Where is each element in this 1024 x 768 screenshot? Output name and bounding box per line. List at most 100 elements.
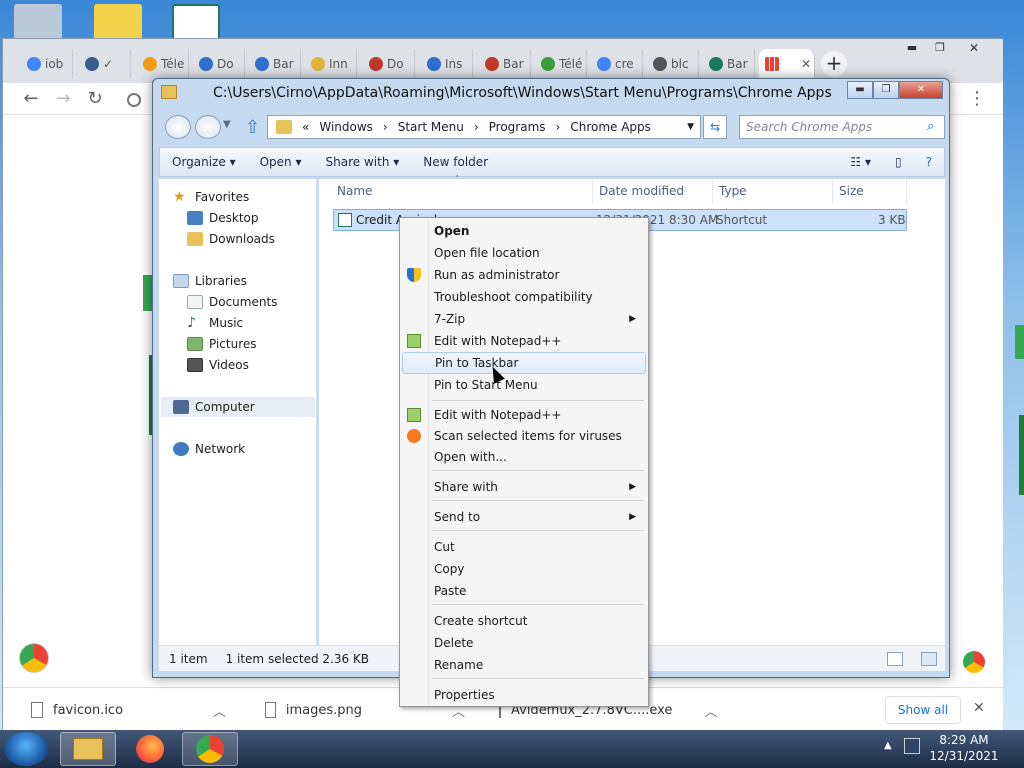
tab-0[interactable]: iob — [21, 49, 73, 79]
chrome-menu-button[interactable]: ⋮ — [965, 87, 989, 111]
chevron-down-icon[interactable]: ▼ — [687, 122, 694, 132]
column-header-date[interactable]: Date modified — [593, 179, 713, 203]
system-clock[interactable]: 8:29 AM 12/31/2021 — [924, 732, 1004, 766]
taskbar-explorer[interactable] — [60, 732, 116, 766]
menu-item-scan-selected-items-for-viruses[interactable]: Scan selected items for viruses — [402, 425, 646, 447]
taskbar-chrome[interactable] — [182, 732, 238, 766]
chrome-minimize-button[interactable]: ▬ — [903, 41, 921, 55]
address-bar[interactable]: « Windows › Start Menu › Programs › Chro… — [267, 115, 701, 139]
forward-button[interactable] — [195, 115, 221, 139]
column-header-name[interactable]: Name — [331, 179, 593, 203]
breadcrumb-programs[interactable]: Programs — [489, 120, 546, 134]
menu-item-open-with[interactable]: Open with... — [402, 446, 646, 468]
chrome-icon[interactable] — [19, 643, 49, 673]
breadcrumb-overflow[interactable]: « — [302, 120, 309, 134]
view-options-icon[interactable]: ☷ ▾ — [838, 155, 883, 169]
nav-downloads[interactable]: Downloads — [187, 229, 275, 249]
tab-11[interactable]: blc — [647, 49, 699, 79]
large-icons-view-icon[interactable] — [921, 651, 937, 666]
nav-favorites[interactable]: ★ Favorites — [173, 187, 249, 207]
chrome-close-button[interactable]: ✕ — [965, 41, 983, 55]
nav-videos[interactable]: Videos — [187, 355, 249, 375]
details-view-icon[interactable] — [887, 651, 903, 666]
menu-item-properties[interactable]: Properties — [402, 684, 646, 706]
open-button[interactable]: Open ▾ — [248, 155, 314, 169]
chevron-right-icon[interactable]: › — [383, 120, 388, 134]
menu-item-create-shortcut[interactable]: Create shortcut — [402, 610, 646, 632]
menu-item-cut[interactable]: Cut — [402, 536, 646, 558]
close-tab-icon[interactable]: ✕ — [801, 57, 811, 71]
windows-start-button[interactable] — [4, 732, 48, 766]
show-all-button[interactable]: Show all — [885, 696, 961, 724]
tab-1[interactable]: ✓ — [79, 49, 131, 79]
back-button[interactable]: ← — [19, 87, 43, 111]
menu-item-pin-to-taskbar[interactable]: Pin to Taskbar — [402, 352, 646, 374]
reload-button[interactable]: ↻ — [83, 87, 107, 111]
tab-4[interactable]: Bar — [249, 49, 301, 79]
chevron-right-icon[interactable]: › — [556, 120, 561, 134]
menu-item-copy[interactable]: Copy — [402, 558, 646, 580]
nav-desktop[interactable]: Desktop — [187, 208, 259, 228]
close-download-bar-button[interactable]: ✕ — [973, 700, 985, 716]
tab-active[interactable]: ✕ — [759, 49, 815, 79]
menu-item-7-zip[interactable]: 7-Zip ▶ — [402, 308, 646, 330]
menu-item-delete[interactable]: Delete — [402, 632, 646, 654]
show-hidden-icons-chevron-icon[interactable]: ▲ — [884, 740, 892, 751]
menu-item-open-file-location[interactable]: Open file location — [402, 242, 646, 264]
menu-item-edit-with-notepad[interactable]: Edit with Notepad++ — [402, 404, 646, 426]
tab-12[interactable]: Bar — [703, 49, 755, 79]
refresh-button[interactable]: ⇆ — [703, 115, 727, 139]
breadcrumb-windows[interactable]: Windows — [319, 120, 373, 134]
nav-documents[interactable]: Documents — [187, 292, 277, 312]
close-button[interactable]: ✕ — [899, 81, 943, 99]
chevron-up-icon[interactable]: ︿ — [213, 701, 226, 720]
nav-computer[interactable]: Computer — [161, 397, 315, 417]
menu-item-troubleshoot-compatibility[interactable]: Troubleshoot compatibility — [402, 286, 646, 308]
new-tab-button[interactable]: + — [821, 51, 847, 77]
menu-item-share-with[interactable]: Share with ▶ — [402, 476, 646, 498]
maximize-button[interactable]: ❐ — [873, 81, 899, 99]
chrome-maximize-button[interactable]: ❐ — [931, 41, 949, 55]
search-input[interactable]: Search Chrome Apps — [739, 115, 945, 139]
organize-button[interactable]: Organize ▾ — [160, 155, 248, 169]
menu-item-edit-with-notepad[interactable]: Edit with Notepad++ — [402, 330, 646, 352]
tab-6[interactable]: Do — [363, 49, 415, 79]
back-button[interactable] — [165, 115, 191, 139]
menu-item-rename[interactable]: Rename — [402, 654, 646, 676]
share-with-button[interactable]: Share with ▾ — [314, 155, 412, 169]
download-item[interactable]: favicon.ico ︿ — [31, 688, 231, 732]
preview-pane-icon[interactable]: ▯ — [883, 155, 914, 169]
menu-item-send-to[interactable]: Send to ▶ — [402, 506, 646, 528]
menu-item-open[interactable]: Open — [402, 220, 646, 242]
column-header-type[interactable]: Type — [713, 179, 833, 203]
site-info-icon[interactable] — [127, 93, 141, 107]
up-arrow-icon[interactable]: ⇧ — [245, 117, 260, 138]
chevron-right-icon[interactable]: › — [474, 120, 479, 134]
breadcrumb-chrome-apps[interactable]: Chrome Apps — [570, 120, 651, 134]
chevron-up-icon[interactable]: ︿ — [704, 701, 717, 720]
column-header-size[interactable]: Size — [833, 179, 907, 203]
tab-5[interactable]: Inn — [305, 49, 357, 79]
taskbar-firefox[interactable] — [122, 732, 178, 766]
menu-item-run-as-administrator[interactable]: Run as administrator — [402, 264, 646, 286]
recent-pages-chevron-icon[interactable]: ▼ — [223, 119, 231, 130]
menu-item-pin-to-start-menu[interactable]: Pin to Start Menu — [402, 374, 646, 396]
tab-9[interactable]: Télé — [535, 49, 587, 79]
nav-libraries[interactable]: Libraries — [173, 271, 247, 291]
tab-2[interactable]: Téle — [137, 49, 189, 79]
minimize-button[interactable]: ▬ — [847, 81, 873, 99]
tab-7[interactable]: Ins — [421, 49, 473, 79]
forward-button[interactable]: → — [51, 87, 75, 111]
help-icon[interactable]: ? — [914, 155, 944, 169]
nav-network[interactable]: Network — [173, 439, 245, 459]
tab-10[interactable]: cre — [591, 49, 643, 79]
tab-8[interactable]: Bar — [479, 49, 531, 79]
chrome-icon[interactable] — [963, 651, 985, 673]
tab-3[interactable]: Do — [193, 49, 245, 79]
nav-pictures[interactable]: Pictures — [187, 334, 257, 354]
menu-item-paste[interactable]: Paste — [402, 580, 646, 602]
network-tray-icon[interactable] — [904, 738, 920, 754]
breadcrumb-start-menu[interactable]: Start Menu — [398, 120, 464, 134]
search-icon[interactable]: ⌕ — [927, 119, 934, 134]
nav-music[interactable]: ♪ Music — [187, 313, 243, 333]
